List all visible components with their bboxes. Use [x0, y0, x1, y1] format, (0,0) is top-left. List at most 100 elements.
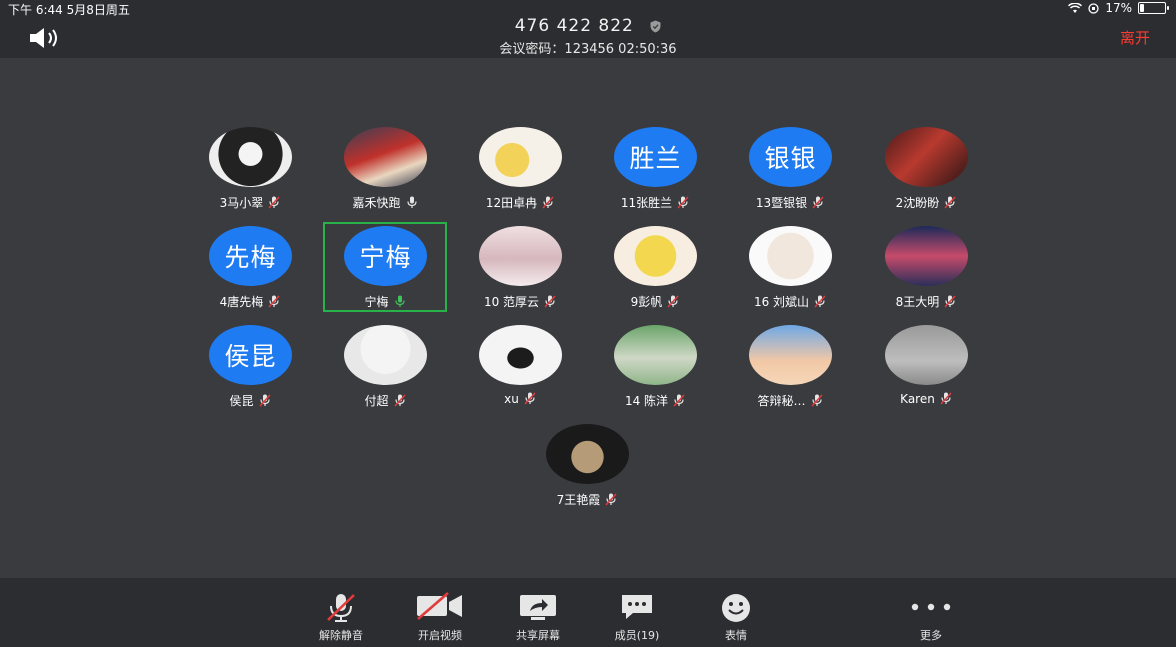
avatar: 银银: [749, 127, 832, 187]
emoji-label: 表情: [725, 629, 747, 642]
avatar: [209, 127, 292, 187]
participant-tile[interactable]: 宁梅 宁梅: [323, 226, 447, 316]
participant-name-row: 嘉禾快跑: [323, 194, 447, 211]
mic-muted-icon: [944, 196, 956, 209]
participant-name-row: xu: [458, 392, 582, 406]
participant-tile[interactable]: 12田卓冉: [458, 127, 582, 217]
avatar: [479, 226, 562, 286]
mic-muted-icon: [810, 394, 823, 407]
avatar: [344, 127, 427, 187]
share-screen-icon: [520, 595, 556, 620]
members-button[interactable]: 成员(19): [597, 578, 677, 647]
mic-muted-icon: [605, 493, 617, 506]
participant-name-row: 9彭帆: [593, 293, 717, 310]
participant-tile[interactable]: 14 陈洋: [593, 325, 717, 415]
mic-muted-icon: [814, 295, 826, 308]
bottom-toolbar: 解除静音 开启视频 共享屏幕 成员(19) 表情 更多: [0, 578, 1176, 647]
participant-tile[interactable]: 银银 13暨银银: [728, 127, 852, 217]
participant-tile[interactable]: 7王艳霞: [525, 424, 649, 514]
participant-name: 12田卓冉: [485, 196, 538, 210]
participant-name: 13暨银银: [755, 196, 808, 210]
avatar: [885, 127, 968, 187]
participant-name-row: 付超: [323, 392, 447, 409]
mic-muted-icon: [544, 295, 556, 308]
mic-muted-icon: [258, 394, 271, 407]
participant-tile[interactable]: 16 刘斌山: [728, 226, 852, 316]
participant-name: 8王大明: [895, 295, 940, 309]
participant-name: 2沈盼盼: [895, 196, 940, 210]
avatar: [546, 424, 629, 484]
share-screen-button[interactable]: 共享屏幕: [498, 578, 578, 647]
mic-muted-icon: [667, 295, 679, 308]
participant-name: 14 陈洋: [624, 394, 669, 408]
more-button[interactable]: 更多: [891, 578, 971, 647]
avatar: [614, 325, 697, 385]
participant-tile[interactable]: 答辩秘…: [728, 325, 852, 415]
participant-grid: 3马小翠 嘉禾快跑 12田卓冉 胜兰 11张胜兰 银银 13暨银银 2沈盼盼 先梅 4唐先梅 宁梅宁…: [0, 0, 1176, 578]
mic-muted-icon: [268, 196, 280, 209]
mic-muted-icon: [812, 196, 824, 209]
avatar: 胜兰: [614, 127, 697, 187]
participant-name-row: Karen: [864, 392, 988, 406]
participant-name: 付超: [364, 394, 389, 408]
participant-name-row: 侯昆: [188, 392, 312, 409]
participant-tile[interactable]: 2沈盼盼: [864, 127, 988, 217]
participant-name-row: 8王大明: [864, 293, 988, 310]
participant-tile[interactable]: 3马小翠: [188, 127, 312, 217]
mic-muted-icon: [673, 394, 685, 407]
participant-tile[interactable]: Karen: [864, 325, 988, 415]
start-video-label: 开启视频: [418, 629, 462, 642]
mic-muted-icon: [944, 295, 956, 308]
participant-name: 9彭帆: [630, 295, 663, 309]
avatar: [885, 325, 968, 385]
avatar: [344, 325, 427, 385]
mic-muted-icon: [940, 392, 952, 405]
participant-name: 10 范厚云: [483, 295, 540, 309]
participant-name-row: 13暨银银: [728, 194, 852, 211]
participant-name: 宁梅: [364, 295, 389, 309]
participant-name: 11张胜兰: [620, 196, 673, 210]
mic-muted-icon: [524, 392, 536, 405]
avatar: 侯昆: [209, 325, 292, 385]
mic-muted-icon: [393, 394, 406, 407]
participant-name: 3马小翠: [219, 196, 264, 210]
participant-name-row: 7王艳霞: [525, 491, 649, 508]
avatar: 先梅: [209, 226, 292, 286]
mic-muted-icon: [268, 295, 280, 308]
avatar: [749, 226, 832, 286]
participant-tile[interactable]: 9彭帆: [593, 226, 717, 316]
participant-name-row: 2沈盼盼: [864, 194, 988, 211]
participant-tile[interactable]: 侯昆 侯昆: [188, 325, 312, 415]
participant-name-row: 3马小翠: [188, 194, 312, 211]
avatar: [479, 127, 562, 187]
participant-name-row: 11张胜兰: [593, 194, 717, 211]
participant-name-row: 14 陈洋: [593, 392, 717, 409]
participant-name: 嘉禾快跑: [352, 196, 401, 210]
avatar: [749, 325, 832, 385]
video-off-icon: [417, 592, 462, 620]
participant-tile[interactable]: 10 范厚云: [458, 226, 582, 316]
participant-name-row: 4唐先梅: [188, 293, 312, 310]
participant-tile[interactable]: 嘉禾快跑: [323, 127, 447, 217]
mic-icon: [394, 295, 405, 307]
unmute-button[interactable]: 解除静音: [301, 578, 381, 647]
participant-name-row: 16 刘斌山: [728, 293, 852, 310]
participant-name-row: 答辩秘…: [728, 392, 852, 409]
participant-tile[interactable]: 付超: [323, 325, 447, 415]
participant-tile[interactable]: xu: [458, 325, 582, 415]
participant-name: xu: [504, 392, 519, 406]
chat-bubble-icon: [622, 595, 652, 619]
avatar: 宁梅: [344, 226, 427, 286]
share-screen-label: 共享屏幕: [516, 629, 560, 642]
participant-name: 答辩秘…: [757, 394, 806, 408]
start-video-button[interactable]: 开启视频: [400, 578, 480, 647]
participant-tile[interactable]: 先梅 4唐先梅: [188, 226, 312, 316]
participant-tile[interactable]: 8王大明: [864, 226, 988, 316]
participant-tile[interactable]: 胜兰 11张胜兰: [593, 127, 717, 217]
participant-name-row: 12田卓冉: [458, 194, 582, 211]
participant-name: 16 刘斌山: [753, 295, 810, 309]
emoji-button[interactable]: 表情: [696, 578, 776, 647]
mic-muted-icon: [677, 196, 689, 209]
participant-name-row: 10 范厚云: [458, 293, 582, 310]
members-label: 成员(19): [614, 629, 660, 642]
